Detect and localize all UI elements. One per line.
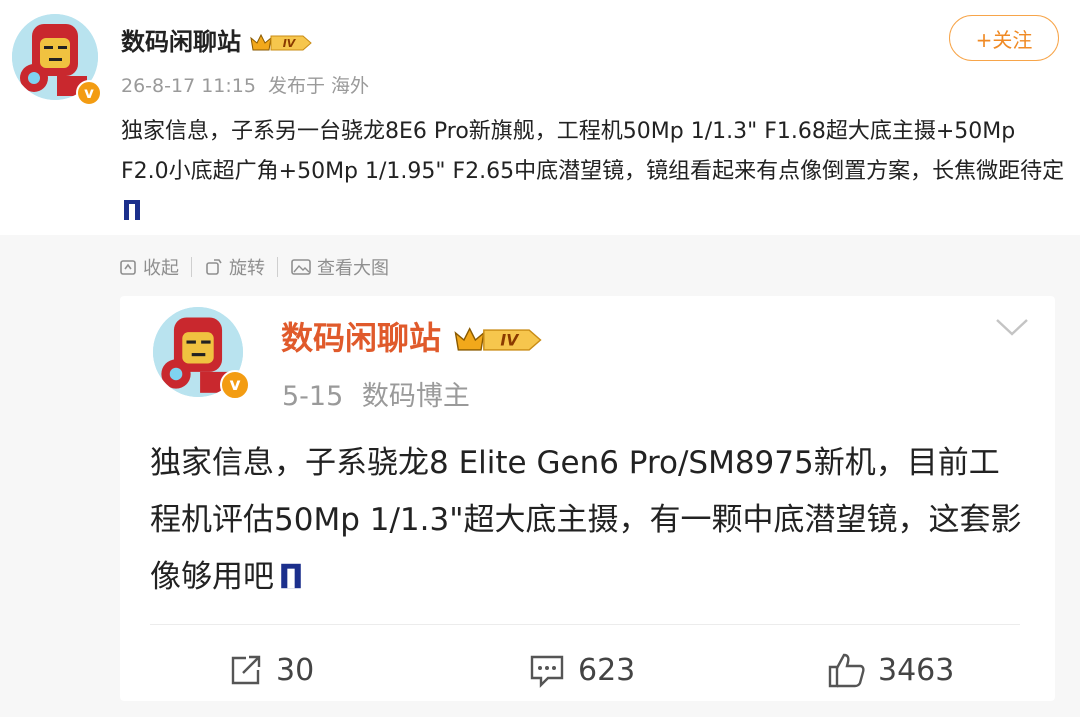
rotate-icon	[206, 259, 222, 275]
divider	[277, 257, 278, 277]
repost-date: 5-15	[282, 381, 344, 412]
image-icon	[291, 259, 311, 275]
share-icon	[231, 655, 261, 685]
stats-divider	[150, 624, 1020, 625]
post-source: 发布于 海外	[268, 75, 370, 97]
comment-count[interactable]: 623	[528, 648, 635, 692]
post-text: 独家信息，子系另一台骁龙8E6 Pro新旗舰，工程机50Mp 1/1.3" F1…	[121, 112, 1066, 232]
repost-count[interactable]: 30	[228, 648, 314, 692]
view-large-image-button[interactable]: 查看大图	[290, 254, 389, 280]
repost-meta: 5-15 数码博主	[282, 374, 470, 413]
follow-button[interactable]: +关注	[949, 15, 1059, 61]
weibo-post: v 数码闲聊站 IV 26-8-17 11:15 发布于 海外 +关注 独家信息…	[0, 0, 1080, 235]
author-name[interactable]: 数码闲聊站 IV	[121, 22, 313, 57]
post-action-bar: 收起 旋转 查看大图	[118, 252, 389, 282]
blue-bar-emoji-icon	[281, 563, 301, 589]
collapse-icon	[120, 260, 136, 275]
repost-role: 数码博主	[361, 381, 470, 412]
comment-icon	[530, 655, 564, 688]
like-count[interactable]: 3463	[826, 648, 954, 692]
collapse-button[interactable]: 收起	[118, 254, 179, 280]
svg-text:IV: IV	[501, 332, 521, 350]
thumbs-up-icon	[828, 653, 865, 688]
repost-author-name[interactable]: 数码闲聊站 IV	[281, 313, 544, 359]
svg-text:IV: IV	[283, 37, 297, 50]
rotate-button[interactable]: 旋转	[204, 254, 265, 280]
verified-badge-icon: v	[220, 370, 250, 400]
divider	[191, 257, 192, 277]
level-badge-icon: IV	[250, 33, 313, 51]
repost-text: 独家信息，子系骁龙8 Elite Gen6 Pro/SM8975新机，目前工程机…	[150, 435, 1030, 606]
post-body: 独家信息，子系另一台骁龙8E6 Pro新旗舰，工程机50Mp 1/1.3" F1…	[121, 119, 1065, 184]
chevron-down-icon[interactable]	[994, 316, 1030, 338]
post-time: 26-8-17 11:15	[121, 75, 256, 97]
level-badge-icon: IV	[454, 327, 542, 351]
post-meta: 26-8-17 11:15 发布于 海外	[121, 71, 369, 98]
blue-bar-emoji-icon	[124, 200, 140, 220]
verified-badge-icon: v	[76, 80, 102, 106]
